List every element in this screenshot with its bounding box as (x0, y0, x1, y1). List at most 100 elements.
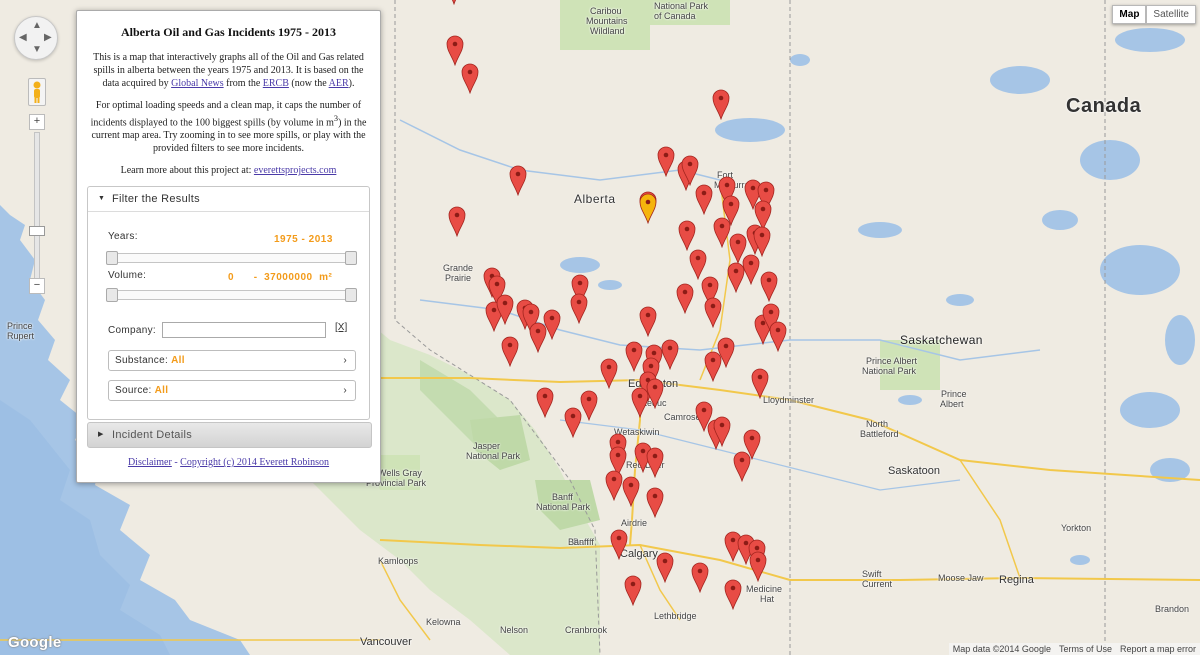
incident-marker-icon[interactable] (704, 296, 722, 328)
incident-marker-icon[interactable] (661, 338, 679, 370)
source-select[interactable]: Source: All › (108, 380, 356, 401)
place-label: Prince (941, 389, 967, 399)
place-label: National Park (654, 1, 709, 11)
clear-company-link[interactable]: [X] (335, 322, 347, 333)
chevron-right-icon: › (343, 385, 347, 396)
volume-value: 0 - 37000000 m² (228, 272, 333, 283)
incident-marker-icon[interactable] (751, 367, 769, 399)
incident-marker-icon[interactable] (622, 475, 640, 507)
incident-marker-icon[interactable] (681, 154, 699, 186)
place-label: National Park (536, 502, 591, 512)
map-attribution: Map data ©2014 Google Terms of Use Repor… (948, 643, 1200, 655)
place-label: Yorkton (1061, 523, 1092, 533)
zoom-in-button[interactable]: + (29, 114, 45, 130)
global-news-link[interactable]: Global News (171, 78, 224, 89)
company-input[interactable] (162, 322, 326, 338)
incident-marker-icon[interactable] (445, 0, 463, 5)
incident-marker-icon[interactable] (691, 561, 709, 593)
incident-marker-icon[interactable] (600, 357, 618, 389)
aer-link[interactable]: AER (329, 78, 349, 89)
incident-marker-icon[interactable] (717, 336, 735, 368)
ercb-link[interactable]: ERCB (263, 78, 289, 89)
copyright-link[interactable]: Copyright (c) 2014 Everett Robinson (180, 457, 329, 468)
incident-marker-icon[interactable] (610, 528, 628, 560)
place-label: Nelson (500, 625, 529, 635)
incident-marker-icon[interactable] (678, 219, 696, 251)
report-error-link[interactable]: Report a map error (1120, 644, 1196, 654)
street-view-pegman-icon[interactable] (28, 78, 46, 106)
incident-marker-icon[interactable] (543, 308, 561, 340)
pan-right-icon[interactable]: ▶ (44, 32, 52, 43)
years-label: Years: (108, 231, 138, 242)
map-type-map-button[interactable]: Map (1112, 5, 1147, 24)
map-type-satellite-button[interactable]: Satellite (1146, 5, 1196, 24)
incident-details-accordion[interactable]: ▶ Incident Details (87, 422, 372, 448)
incident-marker-icon[interactable] (749, 550, 767, 582)
incident-marker-icon[interactable] (631, 386, 649, 418)
years-min-handle[interactable] (106, 251, 118, 265)
incident-marker-icon[interactable] (496, 293, 514, 325)
incident-marker-icon[interactable] (501, 335, 519, 367)
incident-marker-icon[interactable] (657, 145, 675, 177)
incident-marker-icon[interactable] (646, 486, 664, 518)
info-panel: Alberta Oil and Gas Incidents 1975 - 201… (76, 10, 381, 483)
incident-marker-icon[interactable] (769, 320, 787, 352)
zoom-control: + − (29, 114, 45, 294)
incident-marker-icon[interactable] (742, 253, 760, 285)
zoom-slider-track[interactable] (34, 132, 40, 284)
place-label: Saskatoon (888, 465, 940, 477)
incident-marker-icon[interactable] (724, 578, 742, 610)
place-label: Medicine (746, 584, 783, 594)
place-label: Saskatchewan (900, 333, 983, 347)
place-label: National Park (466, 451, 521, 461)
place-label: Prince (7, 321, 33, 331)
incident-marker-icon[interactable] (536, 386, 554, 418)
selected-incident-marker-icon[interactable] (639, 192, 657, 224)
years-max-handle[interactable] (345, 251, 357, 265)
incident-marker-icon[interactable] (605, 469, 623, 501)
info-paragraph: For optimal loading speeds and a clean m… (87, 99, 370, 155)
place-label: Albert (940, 399, 964, 409)
place-label: Current (862, 579, 893, 589)
incident-marker-icon[interactable] (646, 446, 664, 478)
substance-select[interactable]: Substance: All › (108, 350, 356, 371)
incident-marker-icon[interactable] (564, 406, 582, 438)
incident-marker-icon[interactable] (509, 164, 527, 196)
incident-marker-icon[interactable] (656, 551, 674, 583)
incident-marker-icon[interactable] (570, 292, 588, 324)
pan-control[interactable]: ▲ ▼ ◀ ▶ (14, 16, 58, 60)
pan-left-icon[interactable]: ◀ (19, 32, 27, 43)
volume-slider[interactable] (106, 288, 357, 302)
pan-down-icon[interactable]: ▼ (32, 44, 42, 55)
terms-link[interactable]: Terms of Use (1059, 644, 1112, 654)
incident-marker-icon[interactable] (676, 282, 694, 314)
incident-marker-icon[interactable] (713, 415, 731, 447)
incident-marker-icon[interactable] (639, 305, 657, 337)
place-label: North (866, 419, 889, 429)
zoom-slider-thumb[interactable] (29, 226, 45, 236)
learn-more-paragraph: Learn more about this project at: everet… (87, 164, 370, 177)
place-label: Lethbridge (654, 611, 697, 621)
years-slider[interactable] (106, 251, 357, 265)
volume-min-handle[interactable] (106, 288, 118, 302)
incident-marker-icon[interactable] (760, 270, 778, 302)
incident-details-header[interactable]: ▶ Incident Details (88, 423, 371, 447)
pan-up-icon[interactable]: ▲ (32, 20, 42, 31)
incident-marker-icon[interactable] (733, 450, 751, 482)
place-label: Canada (1066, 95, 1142, 117)
filter-results-header[interactable]: ▼ Filter the Results (88, 187, 369, 212)
incident-marker-icon[interactable] (448, 205, 466, 237)
disclaimer-link[interactable]: Disclaimer (128, 457, 172, 468)
incident-marker-icon[interactable] (624, 574, 642, 606)
incident-marker-icon[interactable] (461, 62, 479, 94)
place-label: Wildland (590, 26, 625, 36)
zoom-out-button[interactable]: − (29, 278, 45, 294)
volume-max-handle[interactable] (345, 288, 357, 302)
project-site-link[interactable]: everettsprojects.com (254, 165, 336, 176)
panel-footer: Disclaimer - Copyright (c) 2014 Everett … (77, 457, 380, 468)
incident-marker-icon[interactable] (580, 389, 598, 421)
incident-marker-icon[interactable] (625, 340, 643, 372)
incident-marker-icon[interactable] (695, 183, 713, 215)
info-text: For optimal loading speeds and a clean m… (90, 100, 362, 129)
incident-marker-icon[interactable] (712, 88, 730, 120)
